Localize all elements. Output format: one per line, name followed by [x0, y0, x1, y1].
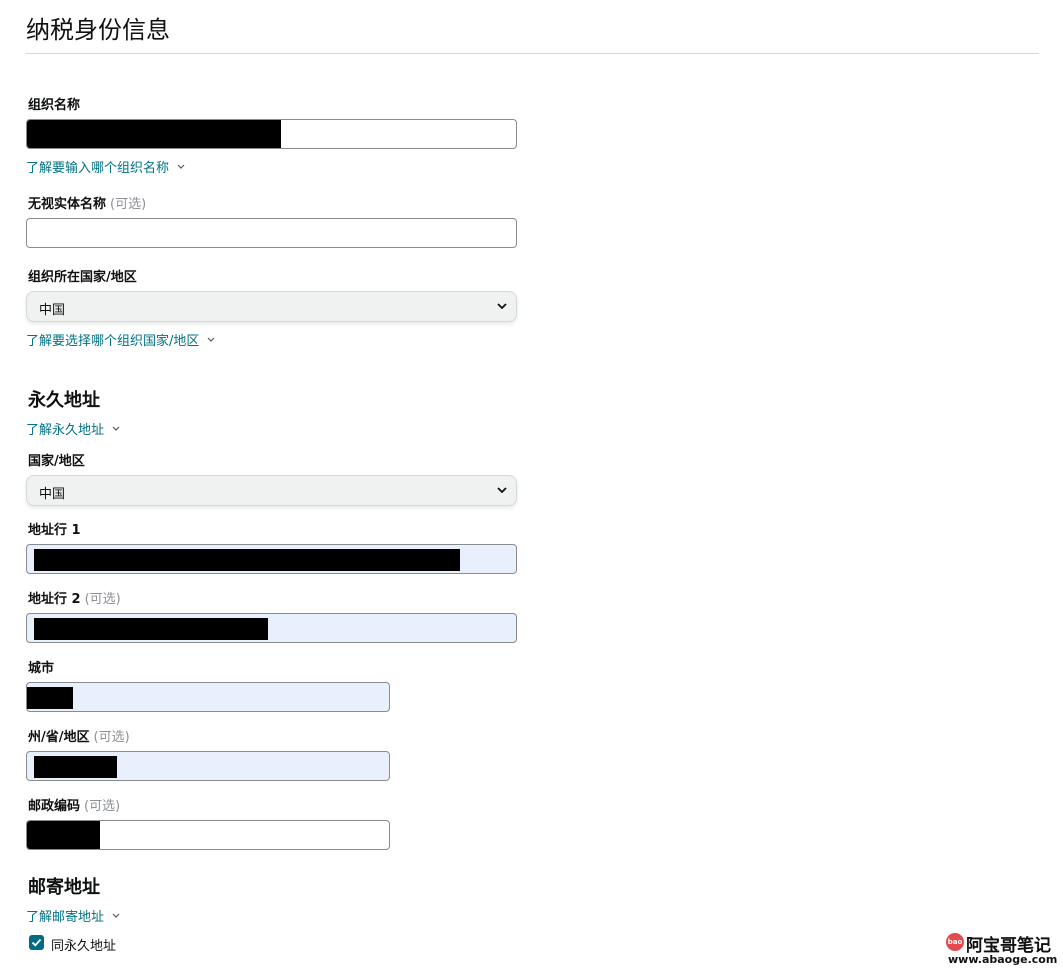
permanent-address-help-text: 了解永久地址 [26, 423, 105, 438]
state-input[interactable] [26, 751, 390, 781]
same-as-permanent-label[interactable]: 同永久地址 [51, 935, 116, 954]
address-line2-label-text: 地址行 2 [28, 592, 81, 607]
dba-name-input[interactable] [26, 218, 517, 248]
address-line1-label-text: 地址行 1 [28, 523, 81, 538]
org-country-help-text: 了解要选择哪个组织国家/地区 [26, 334, 200, 349]
city-input[interactable] [26, 682, 390, 712]
dba-name-label: 无视实体名称 (可选) [28, 193, 146, 212]
org-country-select[interactable]: 中国 [26, 291, 517, 322]
org-name-label: 组织名称 [28, 94, 80, 113]
org-name-label-text: 组织名称 [28, 98, 81, 113]
state-label: 州/省/地区 (可选) [28, 726, 130, 745]
zip-label-text: 邮政编码 [28, 799, 81, 814]
optional-tag: (可选) [110, 197, 147, 212]
permanent-address-help-link[interactable]: 了解永久地址 [26, 419, 120, 438]
org-country-label-text: 组织所在国家/地区 [28, 270, 137, 285]
redacted-value [27, 821, 100, 849]
mailing-address-help-link[interactable]: 了解邮寄地址 [26, 906, 120, 925]
zip-label: 邮政编码 (可选) [28, 795, 120, 814]
optional-tag: (可选) [84, 799, 121, 814]
address-line2-label: 地址行 2 (可选) [28, 588, 121, 607]
caret-down-icon [112, 913, 120, 918]
caret-down-icon [112, 426, 120, 431]
redacted-value [34, 618, 268, 640]
caret-down-icon [177, 164, 185, 169]
page-title: 纳税身份信息 [26, 16, 170, 44]
chevron-down-icon [497, 303, 507, 310]
address-country-label-text: 国家/地区 [28, 454, 85, 469]
org-name-help-text: 了解要输入哪个组织名称 [26, 161, 170, 176]
redacted-value [34, 756, 117, 778]
org-name-help-link[interactable]: 了解要输入哪个组织名称 [26, 157, 185, 176]
zip-input[interactable] [26, 820, 390, 850]
address-country-label: 国家/地区 [28, 450, 85, 469]
city-label: 城市 [28, 657, 54, 676]
title-divider [26, 53, 1039, 54]
redacted-value [27, 120, 281, 148]
org-country-label: 组织所在国家/地区 [28, 266, 137, 285]
address-line2-input[interactable] [26, 613, 517, 643]
watermark-url: www.abaoge.com [948, 953, 1058, 966]
same-as-permanent-checkbox[interactable] [29, 935, 44, 950]
state-label-text: 州/省/地区 [28, 730, 90, 745]
city-label-text: 城市 [28, 661, 55, 676]
address-line1-label: 地址行 1 [28, 519, 81, 538]
dba-name-label-text: 无视实体名称 [28, 197, 107, 212]
redacted-value [27, 687, 73, 709]
optional-tag: (可选) [93, 730, 130, 745]
org-country-help-link[interactable]: 了解要选择哪个组织国家/地区 [26, 330, 215, 349]
mailing-address-heading: 邮寄地址 [28, 877, 100, 898]
check-icon [31, 938, 42, 947]
org-country-value: 中国 [39, 303, 66, 318]
redacted-value [34, 549, 460, 571]
watermark-logo: bao 阿宝哥笔记 www.abaoge.com [946, 933, 1058, 969]
caret-down-icon [207, 337, 215, 342]
permanent-address-heading: 永久地址 [28, 390, 100, 411]
chevron-down-icon [497, 487, 507, 494]
org-name-input[interactable] [26, 119, 517, 149]
address-country-select[interactable]: 中国 [26, 475, 517, 506]
address-line1-input[interactable] [26, 544, 517, 574]
address-country-value: 中国 [39, 487, 66, 502]
optional-tag: (可选) [84, 592, 121, 607]
mailing-address-help-text: 了解邮寄地址 [26, 910, 105, 925]
watermark-badge: bao [946, 933, 964, 951]
